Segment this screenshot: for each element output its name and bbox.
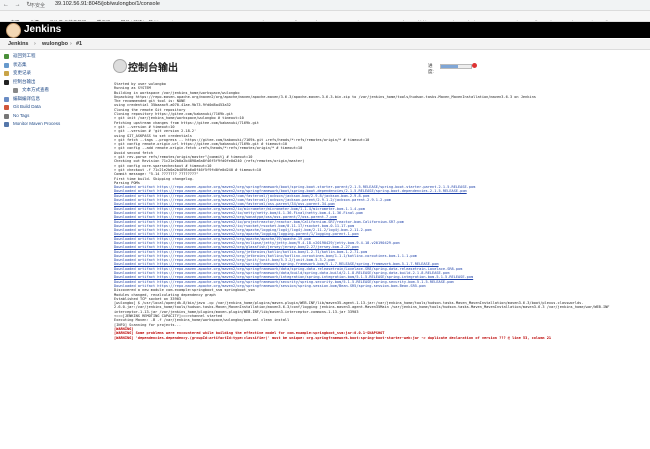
url-input[interactable]: 39.102.56.91:8045/job/wulongbo/1/console bbox=[55, 1, 160, 7]
bookmarks-bar: 应用北漂设计模式|菜鸟教程腾讯课网易 | 精选(一等公)LinuxERIQCen… bbox=[0, 11, 650, 22]
sidebar-item-label: 返回到工程 bbox=[13, 53, 36, 58]
stop-build-icon[interactable] bbox=[472, 63, 477, 68]
jenkins-logo-icon[interactable] bbox=[6, 23, 21, 38]
jenkins-brand[interactable]: Jenkins bbox=[24, 24, 61, 35]
sidebar-item-label: No Tags bbox=[13, 112, 30, 118]
sidebar-item-label: 状态集 bbox=[13, 61, 27, 67]
notepad-icon bbox=[4, 71, 9, 76]
jenkins-header: Jenkins bbox=[0, 22, 650, 38]
browser-address-bar: ← → ↻ 不安全 39.102.56.91:8045/job/wulongbo… bbox=[0, 0, 650, 11]
edit-icon bbox=[4, 96, 9, 102]
git-icon bbox=[4, 105, 9, 110]
arrow-up-icon bbox=[4, 54, 9, 59]
status-icon bbox=[4, 62, 9, 68]
sidebar-item[interactable]: 状态集 bbox=[0, 61, 110, 70]
sidebar-item[interactable]: 控制台输出 bbox=[0, 78, 110, 87]
breadcrumb-separator: › bbox=[34, 40, 36, 47]
sidebar-item[interactable]: 返回到工程 bbox=[0, 52, 110, 61]
sidebar-item[interactable]: 变更记录 bbox=[0, 69, 110, 78]
sidebar: 返回到工程状态集变更记录控制台输出文本方式查看编辑编译信息 Git Build D… bbox=[0, 52, 110, 129]
breadcrumb: Jenkins › wulongbo › #1 bbox=[0, 39, 650, 50]
progress-label: 进度: bbox=[428, 63, 434, 74]
breadcrumb-jenkins[interactable]: Jenkins bbox=[8, 41, 28, 47]
text-icon bbox=[13, 88, 18, 93]
progress-bar bbox=[440, 64, 472, 69]
progress-fill bbox=[441, 65, 458, 68]
breadcrumb-build[interactable]: #1 bbox=[76, 41, 82, 47]
sidebar-item-label: 文本方式查看 bbox=[22, 87, 49, 92]
breadcrumb-job[interactable]: wulongbo bbox=[42, 41, 68, 47]
terminal-icon bbox=[113, 59, 127, 73]
sidebar-item-label: Git Build Data bbox=[13, 104, 41, 109]
page-title: 控制台输出 bbox=[128, 63, 178, 74]
sidebar-item[interactable]: Git Build Data bbox=[0, 103, 110, 112]
sidebar-item[interactable]: Monitor Maven Process bbox=[0, 120, 110, 129]
sidebar-item[interactable]: No Tags bbox=[0, 112, 110, 121]
sidebar-item-label: 控制台输出 bbox=[13, 78, 36, 84]
insecure-label: 不安全 bbox=[30, 2, 46, 9]
console-output: Started by user wulongbo Running as SYSTE… bbox=[114, 82, 650, 340]
monitor-icon bbox=[4, 122, 9, 127]
sidebar-item-label: 变更记录 bbox=[13, 70, 31, 75]
sidebar-item[interactable]: 文本方式查看 bbox=[0, 86, 110, 95]
sidebar-item-label: Monitor Maven Process bbox=[13, 121, 61, 126]
sidebar-item-label: 编辑编译信息 bbox=[13, 95, 40, 101]
console-line: [WARNING] 'dependencies.dependency.(grou… bbox=[114, 335, 552, 340]
terminal-icon bbox=[4, 79, 9, 85]
sidebar-item[interactable]: 编辑编译信息 bbox=[0, 95, 110, 104]
browser-nav-buttons[interactable]: ← → ↻ bbox=[3, 1, 33, 8]
tag-icon bbox=[4, 113, 9, 119]
breadcrumb-separator: › bbox=[70, 40, 72, 47]
